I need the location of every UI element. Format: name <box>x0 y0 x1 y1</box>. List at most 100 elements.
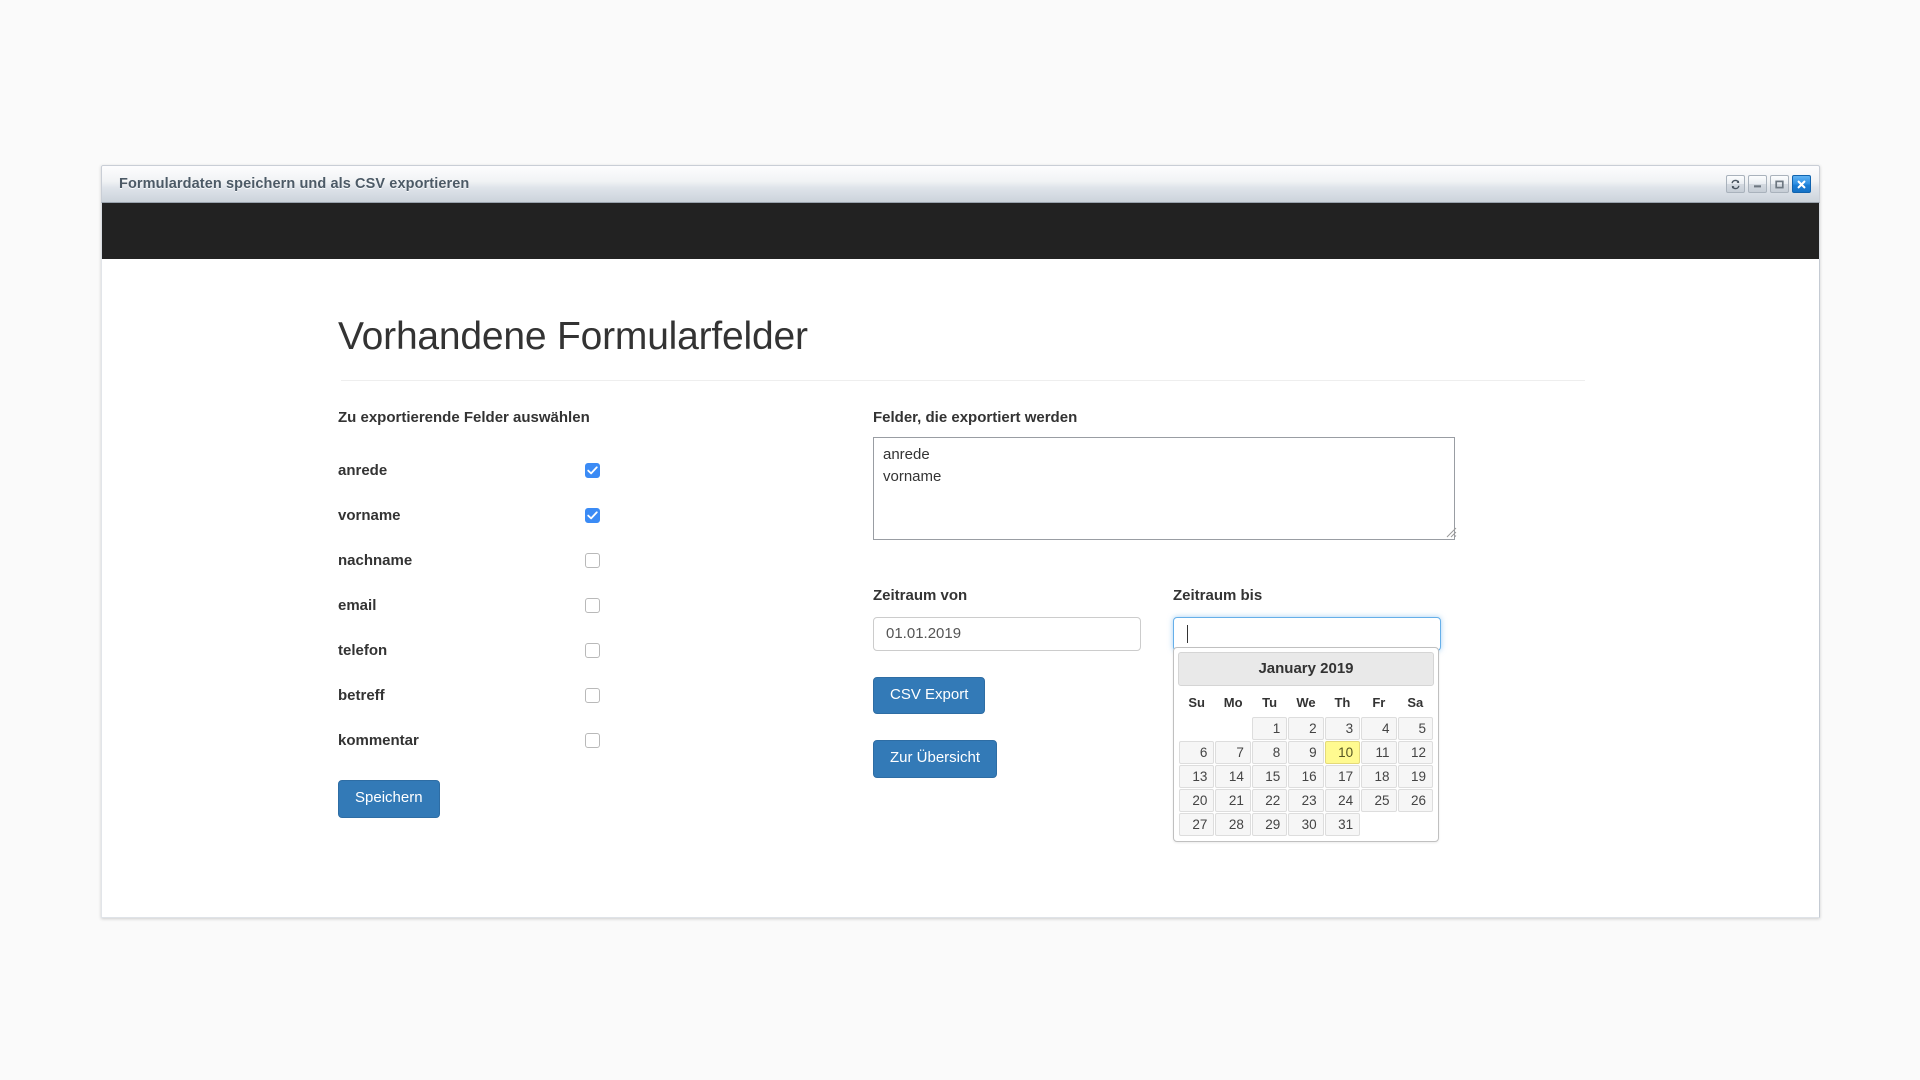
day-cell[interactable]: 7 <box>1215 741 1251 765</box>
checkbox-email[interactable] <box>585 598 600 614</box>
datepicker-week-row: 13 14 15 16 17 18 19 <box>1179 765 1433 789</box>
day-cell[interactable]: 15 <box>1251 765 1288 789</box>
day-cell[interactable]: 20 <box>1179 789 1215 813</box>
day-cell-empty <box>1179 717 1214 740</box>
window-title: Formulardaten speichern und als CSV expo… <box>119 176 470 192</box>
day-cell[interactable]: 8 <box>1251 741 1288 765</box>
restore-button[interactable] <box>1726 175 1745 193</box>
field-label: nachname <box>338 552 413 570</box>
field-row-betreff: betreff <box>338 673 873 718</box>
date-to-input[interactable] <box>1173 616 1441 651</box>
minimize-icon <box>1754 184 1761 187</box>
day-cell[interactable]: 11 <box>1361 741 1397 765</box>
weekday-header: Su <box>1188 695 1206 711</box>
field-checkbox-list: anrede vorname nachname email telefon be… <box>338 448 873 763</box>
page-content: Vorhandene Formularfelder Zu exportieren… <box>101 259 1820 918</box>
field-label: kommentar <box>338 732 419 750</box>
day-cell[interactable]: 31 <box>1324 813 1361 837</box>
day-cell[interactable]: 19 <box>1397 765 1433 789</box>
page-title: Vorhandene Formularfelder <box>338 315 808 358</box>
maximize-button[interactable] <box>1770 175 1789 193</box>
field-row-telefon: telefon <box>338 628 873 673</box>
weekday-header: Tu <box>1262 695 1278 711</box>
datepicker-week-row: 27 28 29 30 31 <box>1179 813 1433 837</box>
day-cell[interactable]: 29 <box>1251 813 1288 837</box>
weekday-header: Sa <box>1407 695 1424 711</box>
field-label: anrede <box>338 462 388 480</box>
content-container: Vorhandene Formularfelder Zu exportieren… <box>338 259 1588 843</box>
day-cell[interactable]: 3 <box>1324 717 1361 741</box>
date-range-row: Zeitraum von 01.01.2019 CSV Export Zur Ü… <box>873 586 1473 843</box>
export-fields-label: Felder, die exportiert werden <box>873 408 1078 426</box>
title-divider <box>341 379 1585 381</box>
checkbox-telefon[interactable] <box>585 643 600 659</box>
check-icon <box>587 466 598 475</box>
checkbox-betreff[interactable] <box>585 688 600 704</box>
text-cursor <box>1187 624 1188 643</box>
day-cell[interactable]: 9 <box>1288 741 1324 765</box>
day-cell[interactable]: 26 <box>1397 789 1433 813</box>
datepicker-weekday-row: Su Mo Tu We Th Fr Sa <box>1179 690 1433 716</box>
day-cell[interactable]: 4 <box>1361 717 1397 741</box>
day-cell[interactable]: 27 <box>1179 813 1215 837</box>
checkbox-kommentar[interactable] <box>585 733 600 749</box>
weekday-header: Th <box>1334 695 1351 711</box>
day-cell-empty <box>1361 813 1396 836</box>
field-selection-column: Zu exportierende Felder auswählen anrede <box>338 408 873 818</box>
day-cell[interactable]: 18 <box>1361 765 1397 789</box>
day-cell[interactable]: 23 <box>1288 789 1324 813</box>
day-cell-today[interactable]: 10 <box>1324 741 1361 765</box>
day-cell[interactable]: 28 <box>1215 813 1251 837</box>
day-cell[interactable]: 25 <box>1361 789 1397 813</box>
day-cell[interactable]: 6 <box>1179 741 1215 765</box>
day-cell[interactable]: 17 <box>1324 765 1361 789</box>
checkbox-anrede[interactable] <box>585 463 600 479</box>
weekday-header: We <box>1296 695 1316 711</box>
day-cell[interactable]: 16 <box>1288 765 1324 789</box>
save-button[interactable]: Speichern <box>338 780 440 818</box>
date-to-label: Zeitraum bis <box>1173 587 1263 605</box>
datepicker-week-row: 20 21 22 23 24 25 26 <box>1179 789 1433 813</box>
field-label: vorname <box>338 507 401 525</box>
field-row-nachname: nachname <box>338 538 873 583</box>
field-row-email: email <box>338 583 873 628</box>
day-cell[interactable]: 2 <box>1288 717 1324 741</box>
day-cell[interactable]: 12 <box>1397 741 1433 765</box>
window-controls <box>1726 175 1811 193</box>
checkbox-nachname[interactable] <box>585 553 600 569</box>
field-row-anrede: anrede <box>338 448 873 493</box>
two-column-layout: Zu exportierende Felder auswählen anrede <box>338 408 1588 843</box>
weekday-header: Fr <box>1372 695 1386 711</box>
day-cell[interactable]: 30 <box>1288 813 1324 837</box>
date-from-group: Zeitraum von 01.01.2019 CSV Export Zur Ü… <box>873 586 1173 778</box>
day-cell[interactable]: 1 <box>1251 717 1288 741</box>
datepicker-grid: Su Mo Tu We Th Fr Sa 1 2 3 4 5 6 7 8 9 1… <box>1178 689 1434 837</box>
close-button[interactable] <box>1792 175 1811 193</box>
day-cell[interactable]: 22 <box>1251 789 1288 813</box>
close-icon <box>1797 180 1806 188</box>
application-window: Formulardaten speichern und als CSV expo… <box>101 165 1820 918</box>
day-cell-empty <box>1215 717 1250 740</box>
datepicker-month-title[interactable]: January 2019 <box>1178 652 1434 687</box>
csv-export-button[interactable]: CSV Export <box>873 676 986 715</box>
day-cell[interactable]: 21 <box>1215 789 1251 813</box>
date-from-label: Zeitraum von <box>873 587 968 605</box>
checkbox-vorname[interactable] <box>585 508 600 524</box>
date-to-group: Zeitraum bis January 2019 Su Mo Tu We Th… <box>1173 586 1473 843</box>
date-from-input[interactable]: 01.01.2019 <box>873 616 1141 651</box>
field-row-vorname: vorname <box>338 493 873 538</box>
export-column: Felder, die exportiert werden anrede vor… <box>873 408 1473 843</box>
window-title-bar[interactable]: Formulardaten speichern und als CSV expo… <box>101 165 1820 203</box>
weekday-header: Mo <box>1223 695 1243 711</box>
overview-button[interactable]: Zur Übersicht <box>873 740 998 778</box>
day-cell[interactable]: 5 <box>1397 717 1433 741</box>
minimize-button[interactable] <box>1748 175 1767 193</box>
day-cell[interactable]: 13 <box>1179 765 1215 789</box>
export-fields-textarea[interactable]: anrede vorname <box>873 437 1455 541</box>
maximize-icon <box>1775 180 1784 188</box>
day-cell[interactable]: 14 <box>1215 765 1251 789</box>
day-cell-empty <box>1398 813 1433 836</box>
datepicker-week-row: 1 2 3 4 5 <box>1179 717 1433 741</box>
field-row-kommentar: kommentar <box>338 718 873 763</box>
day-cell[interactable]: 24 <box>1324 789 1361 813</box>
